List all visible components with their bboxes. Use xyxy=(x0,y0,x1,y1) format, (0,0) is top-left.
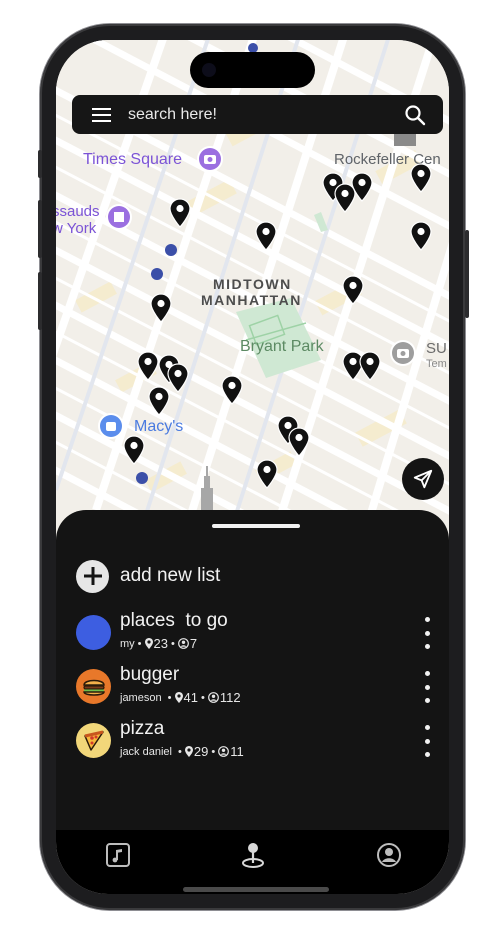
search-bar[interactable]: search here! xyxy=(72,95,443,134)
search-icon[interactable] xyxy=(401,101,429,129)
more-options-icon[interactable] xyxy=(418,725,436,757)
map-marker-pin-icon[interactable] xyxy=(221,375,243,405)
map-marker-pin-icon[interactable] xyxy=(351,172,373,202)
person-icon xyxy=(218,746,230,757)
power-button xyxy=(465,230,469,318)
pizza-icon xyxy=(76,723,111,758)
map-marker-pin-icon[interactable] xyxy=(410,163,432,193)
person-icon xyxy=(207,692,219,703)
navigate-button[interactable] xyxy=(402,458,444,500)
list-owner: jameson xyxy=(120,691,165,704)
map-label-tem: Tem xyxy=(426,358,447,370)
map-label-madame-tussauds: ssauds xyxy=(56,203,100,220)
map-marker-pin-icon[interactable] xyxy=(255,221,277,251)
map-marker-pin-icon[interactable] xyxy=(359,351,381,381)
list-owner: jack daniel xyxy=(120,745,176,758)
send-arrow-icon xyxy=(413,469,433,489)
volume-down-button xyxy=(38,272,42,330)
map-label-times-square: Times Square xyxy=(83,151,182,168)
map-marker-pin-icon[interactable] xyxy=(148,386,170,416)
list-color-avatar xyxy=(76,615,111,650)
map-label-midtown: MIDTOWN xyxy=(213,276,292,292)
volume-up-button xyxy=(38,200,42,258)
map-label-manhattan: MANHATTAN xyxy=(201,292,302,308)
list-title: bugger xyxy=(120,664,180,685)
profile-icon[interactable] xyxy=(374,840,404,870)
map-marker-pin-icon[interactable] xyxy=(410,221,432,251)
add-new-list-label: add new list xyxy=(120,565,221,586)
music-icon[interactable] xyxy=(103,840,133,870)
list-place-count: 23 xyxy=(153,636,168,651)
map-marker-pin-icon[interactable] xyxy=(123,435,145,465)
list-title: pizza xyxy=(120,718,165,739)
list-follower-count: 7 xyxy=(189,636,198,651)
action-button xyxy=(38,150,42,178)
map-marker-pin-icon[interactable] xyxy=(288,427,310,457)
more-options-icon[interactable] xyxy=(418,671,436,703)
map-label-macys: Macy's xyxy=(134,418,184,435)
map-label-bryant-park: Bryant Park xyxy=(240,338,324,355)
list-meta: jameson • 41 • 112 xyxy=(120,690,241,705)
list-place-count: 41 xyxy=(183,690,198,705)
map-marker-pin-icon[interactable] xyxy=(342,275,364,305)
list-owner: my xyxy=(120,637,135,650)
pin-icon xyxy=(184,746,193,757)
list-item[interactable]: pizza jack daniel • 29 • 11 xyxy=(76,718,436,761)
list-follower-count: 112 xyxy=(219,690,241,705)
home-indicator xyxy=(183,887,329,892)
burger-icon xyxy=(76,669,111,704)
list-item[interactable]: bugger jameson • 41 • 112 xyxy=(76,664,436,707)
map-label-new-york: w York xyxy=(56,220,97,237)
more-options-icon[interactable] xyxy=(418,617,436,649)
list-title: places to go xyxy=(120,610,228,631)
list-meta: my • 23 • 7 xyxy=(120,636,198,651)
map-marker-pin-icon[interactable] xyxy=(150,293,172,323)
map-marker-pin-icon[interactable] xyxy=(137,351,159,381)
map-marker-pin-icon[interactable] xyxy=(256,459,278,489)
map-label-su: SU xyxy=(426,340,447,357)
pin-icon xyxy=(174,692,183,703)
dynamic-island xyxy=(190,52,315,88)
sheet-drag-handle[interactable] xyxy=(212,524,300,528)
plus-icon xyxy=(76,559,109,593)
search-input[interactable]: search here! xyxy=(128,106,401,124)
lists-sheet: add new list places to go my • 23 • 7 bu… xyxy=(56,510,449,840)
camera-icon xyxy=(202,63,216,77)
list-meta: jack daniel • 29 • 11 xyxy=(120,744,244,759)
app-screen: Times Square Rockefeller Cen ssauds w Yo… xyxy=(56,40,449,894)
list-place-count: 29 xyxy=(193,744,209,759)
person-icon xyxy=(177,638,189,649)
hamburger-menu-icon[interactable] xyxy=(88,101,116,129)
list-follower-count: 11 xyxy=(230,744,244,759)
map-marker-pin-icon[interactable] xyxy=(167,363,189,393)
pin-icon xyxy=(144,638,153,649)
bottom-tab-bar xyxy=(56,830,449,894)
add-new-list-button[interactable]: add new list xyxy=(76,559,220,593)
list-item[interactable]: places to go my • 23 • 7 xyxy=(76,610,436,653)
map-marker-pin-icon[interactable] xyxy=(169,198,191,228)
map-pin-icon[interactable] xyxy=(238,840,268,870)
